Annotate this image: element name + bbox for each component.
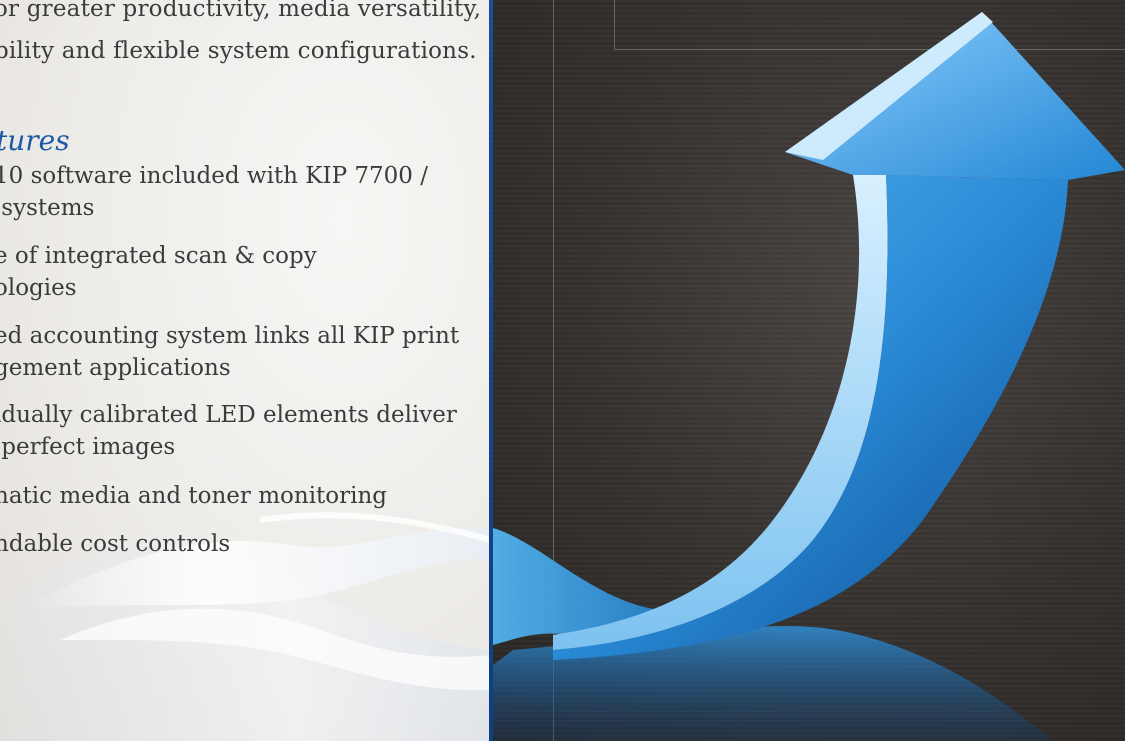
features-heading: tures xyxy=(0,124,70,157)
feature-item: idually calibrated LED elements deliver … xyxy=(0,402,457,460)
intro-text-line-2: bility and flexible system configuration… xyxy=(0,38,477,64)
feature-item: 10 software included with KIP 7700 / sys… xyxy=(0,163,428,221)
feature-item: e of integrated scan & copy ologies xyxy=(0,243,317,301)
brochure-left-panel: or greater productivity, media versatili… xyxy=(0,0,491,741)
feature-item: natic media and toner monitoring xyxy=(0,483,388,509)
brochure-right-panel xyxy=(493,0,1125,741)
feature-item: ndable cost controls xyxy=(0,531,231,557)
feature-item: ed accounting system links all KIP print… xyxy=(0,323,460,381)
intro-text-line-1: or greater productivity, media versatili… xyxy=(0,0,482,22)
blue-arrow-graphic xyxy=(493,12,1125,741)
